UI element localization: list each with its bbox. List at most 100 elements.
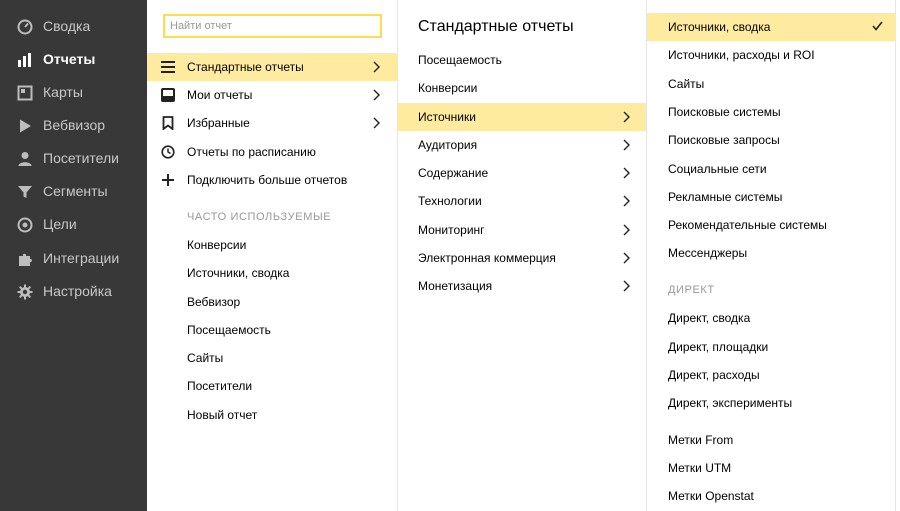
nav-item-maps[interactable]: Карты: [0, 76, 147, 109]
direct-item[interactable]: Директ, эксперименты: [668, 396, 792, 410]
std-label: Мониторинг: [418, 223, 485, 237]
std-item-sources[interactable]: Источники: [398, 103, 646, 131]
std-item-monitoring[interactable]: Мониторинг: [398, 216, 646, 244]
dashboard-icon: [17, 19, 33, 35]
menu-item-scheduled-reports[interactable]: Отчеты по расписанию: [147, 138, 397, 166]
std-label: Источники: [418, 110, 476, 124]
frequent-section-heading: ЧАСТО ИСПОЛЬЗУЕМЫЕ: [187, 211, 332, 223]
std-label: Конверсии: [418, 81, 478, 95]
sources-item[interactable]: Сайты: [668, 77, 704, 91]
nav-item-goals[interactable]: Цели: [0, 208, 147, 241]
nav-item-summary[interactable]: Сводка: [0, 10, 147, 43]
user-icon: [17, 151, 33, 167]
chevron-right-icon: [623, 111, 630, 123]
chevron-right-icon: [623, 224, 630, 236]
sources-panel: Источники, сводка Источники, расходы и R…: [647, 0, 896, 511]
std-item-conversions[interactable]: Конверсии: [398, 74, 646, 102]
nav-item-visitors[interactable]: Посетители: [0, 142, 147, 175]
menu-item-standard-reports[interactable]: Стандартные отчеты: [147, 53, 397, 81]
menu-item-my-reports[interactable]: Мои отчеты: [147, 81, 397, 109]
puzzle-icon: [17, 251, 33, 267]
nav-item-webvisor[interactable]: Вебвизор: [0, 109, 147, 142]
nav-label-webvisor: Вебвизор: [43, 117, 106, 133]
std-item-content[interactable]: Содержание: [398, 159, 646, 187]
sources-item[interactable]: Поисковые системы: [668, 105, 781, 119]
clock-icon: [161, 145, 175, 159]
chevron-right-icon: [373, 61, 380, 73]
report-search-input[interactable]: [165, 16, 380, 36]
frequent-item[interactable]: Сайты: [187, 351, 223, 365]
chevron-right-icon: [623, 252, 630, 264]
inbox-icon: [161, 88, 175, 102]
nav-label-summary: Сводка: [43, 18, 91, 34]
frequent-item[interactable]: Новый отчет: [187, 408, 257, 422]
app-root: Сводка Отчеты Карты Вебвизор Посетители: [0, 0, 900, 511]
sources-item[interactable]: Мессенджеры: [668, 246, 747, 260]
play-icon: [17, 118, 33, 134]
reports-menu-panel: Стандартные отчеты Мои отчеты Избранные …: [147, 0, 398, 511]
checkmark-icon: [872, 21, 883, 31]
menu-item-connect-more[interactable]: Подключить больше отчетов: [147, 166, 397, 194]
sources-item[interactable]: Рекомендательные системы: [668, 218, 827, 232]
nav-label-segments: Сегменты: [43, 183, 108, 199]
std-item-technology[interactable]: Технологии: [398, 187, 646, 215]
direct-item[interactable]: Директ, сводка: [668, 311, 750, 325]
chevron-right-icon: [373, 89, 380, 101]
frequent-item[interactable]: Источники, сводка: [187, 266, 289, 280]
nav-item-integrations[interactable]: Интеграции: [0, 242, 147, 275]
direct-item[interactable]: Директ, расходы: [668, 368, 760, 382]
chevron-right-icon: [623, 195, 630, 207]
bar-chart-icon: [17, 52, 33, 68]
std-item-ecommerce[interactable]: Электронная коммерция: [398, 244, 646, 272]
list-icon: [161, 60, 175, 74]
sources-item-summary-selected[interactable]: Источники, сводка: [647, 13, 895, 41]
gear-icon: [17, 284, 33, 300]
frequent-item[interactable]: Посещаемость: [187, 323, 271, 337]
plus-icon: [161, 173, 175, 187]
menu-label-my-reports: Мои отчеты: [187, 88, 253, 102]
menu-label-standard-reports: Стандартные отчеты: [187, 60, 304, 74]
sources-item[interactable]: Источники, расходы и ROI: [668, 48, 815, 62]
sources-item[interactable]: Поисковые запросы: [668, 133, 780, 147]
direct-item[interactable]: Директ, площадки: [668, 340, 768, 354]
standard-reports-panel: Стандартные отчеты Посещаемость Конверси…: [398, 0, 647, 511]
nav-label-goals: Цели: [43, 216, 77, 232]
frequent-item[interactable]: Вебвизор: [187, 295, 240, 309]
chevron-right-icon: [623, 139, 630, 151]
tag-item[interactable]: Метки UTM: [668, 461, 731, 475]
tag-item[interactable]: Метки From: [668, 433, 733, 447]
sources-item[interactable]: Социальные сети: [668, 162, 767, 176]
std-label: Электронная коммерция: [418, 251, 556, 265]
standard-reports-title: Стандартные отчеты: [418, 18, 574, 35]
nav-label-reports: Отчеты: [43, 51, 96, 67]
menu-label-scheduled-reports: Отчеты по расписанию: [187, 145, 316, 159]
std-item-monetization[interactable]: Монетизация: [398, 272, 646, 300]
nav-item-segments[interactable]: Сегменты: [0, 175, 147, 208]
std-label: Технологии: [418, 194, 482, 208]
background-edge: [896, 0, 900, 511]
tag-item[interactable]: Метки Openstat: [668, 489, 754, 503]
sources-item[interactable]: Рекламные системы: [668, 190, 782, 204]
menu-label-favorites: Избранные: [187, 116, 250, 130]
report-search-box: [163, 14, 382, 38]
chevron-right-icon: [623, 167, 630, 179]
filter-icon: [17, 184, 33, 200]
menu-item-favorites[interactable]: Избранные: [147, 109, 397, 137]
std-label: Монетизация: [418, 279, 493, 293]
std-item-traffic[interactable]: Посещаемость: [398, 46, 646, 74]
nav-label-visitors: Посетители: [43, 150, 119, 166]
frequent-item[interactable]: Конверсии: [187, 238, 246, 252]
map-icon: [17, 85, 33, 101]
std-label: Аудитория: [418, 138, 478, 152]
nav-item-settings[interactable]: Настройка: [0, 275, 147, 308]
std-label: Посещаемость: [418, 53, 502, 67]
nav-label-integrations: Интеграции: [43, 250, 120, 266]
std-item-audience[interactable]: Аудитория: [398, 131, 646, 159]
nav-item-reports[interactable]: Отчеты: [0, 43, 147, 76]
target-icon: [17, 217, 33, 233]
bookmark-icon: [161, 116, 175, 130]
sources-label-selected: Источники, сводка: [668, 20, 771, 34]
nav-label-settings: Настройка: [43, 283, 112, 299]
chevron-right-icon: [373, 117, 380, 129]
frequent-item[interactable]: Посетители: [187, 379, 252, 393]
